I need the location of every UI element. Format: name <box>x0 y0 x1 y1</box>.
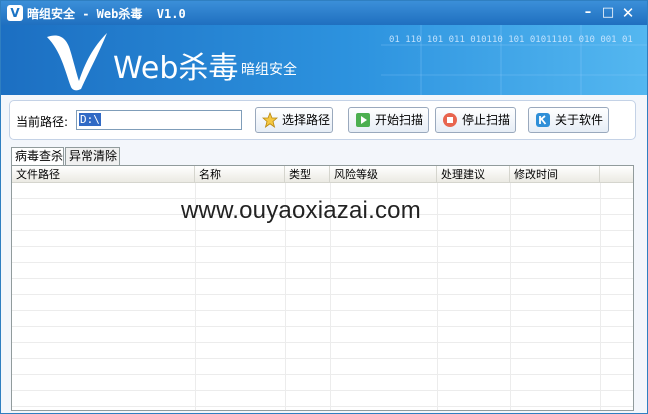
title-bar[interactable]: V 暗组安全 - Web杀毒 V1.0 – □ ✕ <box>1 1 647 25</box>
path-label: 当前路径: <box>16 115 69 129</box>
banner-binary-text: 01 110 101 011 010110 101 01011101 010 0… <box>389 35 633 45</box>
stop-scan-button[interactable]: 停止扫描 <box>435 107 516 133</box>
close-button[interactable]: ✕ <box>619 4 637 22</box>
column-modified-time[interactable]: 修改时间 <box>510 166 600 183</box>
play-icon <box>356 113 370 127</box>
column-divider <box>510 183 511 410</box>
banner: Web杀毒 暗组安全 01 110 101 011 010110 101 010… <box>1 25 647 95</box>
toolbar-panel: 当前路径: D:\ 选择路径 开始扫描 停止扫描 关于软件 <box>9 100 636 140</box>
start-scan-label: 开始扫描 <box>375 113 424 127</box>
start-scan-button[interactable]: 开始扫描 <box>348 107 429 133</box>
tab-anomaly-clean[interactable]: 异常清除 <box>65 147 120 165</box>
maximize-button[interactable]: □ <box>599 4 617 22</box>
banner-logo-icon <box>47 33 107 91</box>
v-logo-icon: V <box>7 5 23 21</box>
column-divider <box>437 183 438 410</box>
column-name[interactable]: 名称 <box>195 166 285 183</box>
tab-virus-scan[interactable]: 病毒查杀 <box>11 147 64 166</box>
banner-product-name: Web杀毒 <box>113 51 239 86</box>
path-value: D:\ <box>79 113 101 126</box>
table-header: 文件路径 名称 类型 风险等级 处理建议 修改时间 <box>12 166 633 183</box>
info-k-icon <box>536 113 550 127</box>
stop-icon <box>443 113 457 127</box>
window-title: 暗组安全 - Web杀毒 V1.0 <box>27 7 186 21</box>
column-risk-level[interactable]: 风险等级 <box>330 166 437 183</box>
about-label: 关于软件 <box>555 113 604 127</box>
watermark-text: www.ouyaoxiazai.com <box>181 197 421 224</box>
column-file-path[interactable]: 文件路径 <box>12 166 195 183</box>
main-window: V 暗组安全 - Web杀毒 V1.0 – □ ✕ Web杀毒 暗组安全 01 … <box>0 0 648 414</box>
about-button[interactable]: 关于软件 <box>528 107 609 133</box>
column-type[interactable]: 类型 <box>285 166 330 183</box>
banner-company-name: 暗组安全 <box>241 62 297 78</box>
star-icon <box>262 112 278 128</box>
column-divider <box>600 183 601 410</box>
stop-scan-label: 停止扫描 <box>462 113 511 127</box>
minimize-button[interactable]: – <box>579 4 597 22</box>
column-suggestion[interactable]: 处理建议 <box>437 166 510 183</box>
select-path-label: 选择路径 <box>282 113 331 127</box>
select-path-button[interactable]: 选择路径 <box>255 107 333 133</box>
path-input[interactable]: D:\ <box>76 110 242 130</box>
